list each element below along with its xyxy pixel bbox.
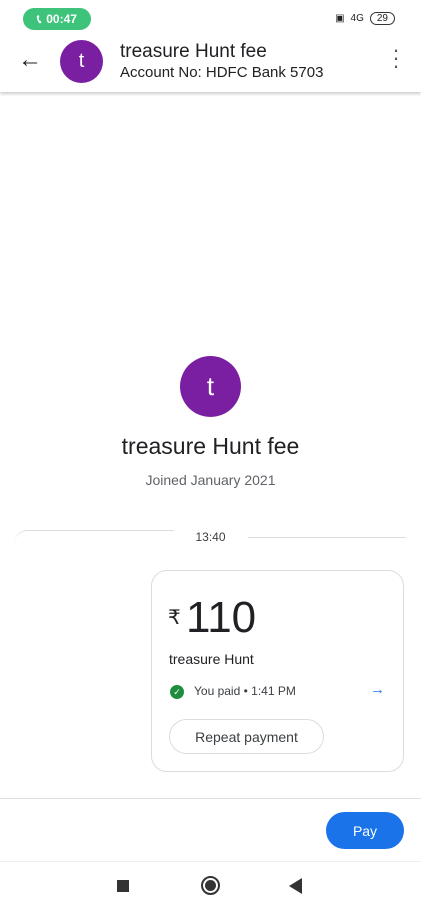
home-icon[interactable] <box>201 876 220 895</box>
call-indicator[interactable]: 📞︎ 00:47 <box>23 8 91 30</box>
arrow-right-icon[interactable]: → <box>370 681 385 698</box>
check-icon: ✓ <box>170 685 184 699</box>
payment-note: treasure Hunt <box>169 651 254 667</box>
divider <box>0 798 421 799</box>
contact-name: treasure Hunt fee <box>120 41 267 62</box>
payment-amount: 110 <box>186 593 257 642</box>
joined-date: Joined January 2021 <box>145 472 276 488</box>
payment-card[interactable]: ₹ 110 treasure Hunt ✓ You paid • 1:41 PM… <box>151 570 404 772</box>
battery-icon: 29 <box>369 12 395 25</box>
chat-timestamp: 13:40 <box>195 530 226 544</box>
app-bar: ← t treasure Hunt fee Account No: HDFC B… <box>0 30 421 92</box>
divider <box>0 861 421 862</box>
account-number: Account No: HDFC Bank 5703 <box>120 64 324 81</box>
repeat-payment-button[interactable]: Repeat payment <box>169 719 324 754</box>
more-options-icon[interactable]: · · · <box>391 39 401 77</box>
currency-symbol: ₹ <box>168 607 181 629</box>
payment-status: You paid • 1:41 PM <box>194 684 296 698</box>
back-button[interactable]: ← <box>18 46 42 74</box>
status-icons: ▣ 4G 29 <box>335 12 395 25</box>
phone-icon: 📞︎ <box>37 11 42 26</box>
avatar: t <box>60 40 103 83</box>
profile-avatar: t <box>180 356 241 417</box>
recents-icon[interactable] <box>117 880 129 892</box>
pay-button[interactable]: Pay <box>326 812 404 849</box>
back-nav-icon[interactable] <box>289 878 302 894</box>
volte-icon: ▣ <box>335 13 345 24</box>
profile-name: treasure Hunt fee <box>121 433 300 459</box>
signal-icon: 4G <box>350 13 364 24</box>
